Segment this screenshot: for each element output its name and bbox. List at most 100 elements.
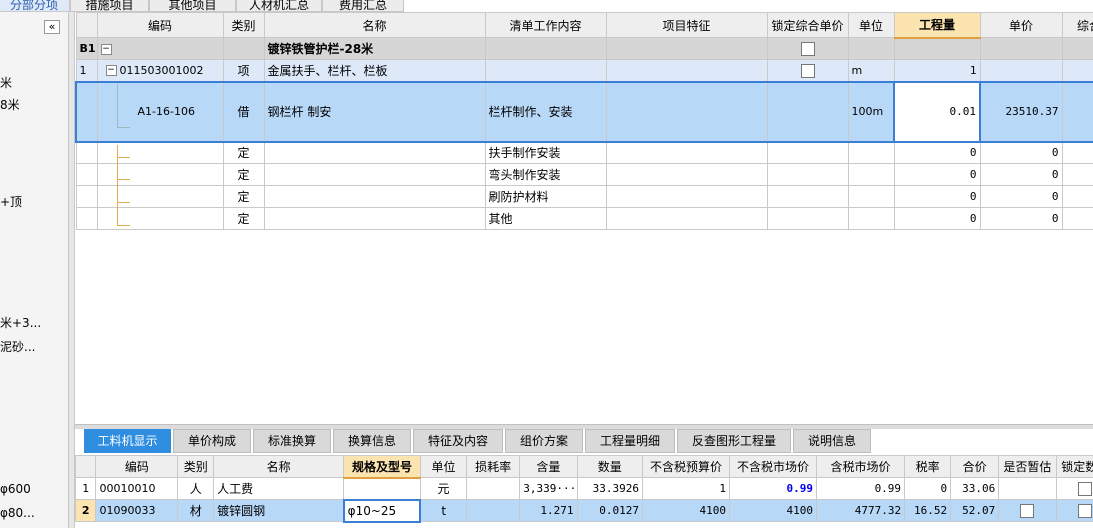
cell-loss-rate[interactable] bbox=[465, 477, 521, 500]
cell-code[interactable] bbox=[96, 141, 224, 164]
cell-name[interactable]: 人工费 bbox=[213, 477, 345, 500]
cell-unit-price[interactable]: 0 bbox=[979, 163, 1063, 186]
cell-total[interactable]: 33.06 bbox=[950, 477, 1000, 500]
column-header-quantity[interactable]: 数量 bbox=[576, 455, 644, 478]
cell-unit[interactable]: 100m bbox=[847, 80, 895, 143]
table-row[interactable]: 定 弯头制作安装 0 0 bbox=[75, 163, 1093, 186]
table-row[interactable]: 定 扶手制作安装 0 0 bbox=[75, 141, 1093, 164]
cell-market-price[interactable]: 0.99 bbox=[729, 477, 818, 500]
tab-conversion-info[interactable]: 换算信息 bbox=[333, 429, 411, 453]
tab-resource-display[interactable]: 工料机显示 bbox=[84, 429, 171, 453]
tab-price-composition[interactable]: 单价构成 bbox=[173, 429, 251, 453]
tab-fee-summary[interactable]: 费用汇总 bbox=[322, 0, 404, 12]
column-header-provisional[interactable]: 是否暂估 bbox=[998, 455, 1057, 478]
cell-unit-price[interactable]: 0 bbox=[979, 207, 1063, 230]
lock-price-checkbox[interactable] bbox=[800, 41, 815, 56]
cell-provisional[interactable] bbox=[998, 499, 1057, 522]
cell-name[interactable]: 钢栏杆 制安 bbox=[263, 80, 486, 143]
cell-name[interactable] bbox=[263, 185, 486, 208]
cell-type[interactable]: 人 bbox=[177, 477, 215, 500]
lock-qty-checkbox[interactable] bbox=[1078, 481, 1093, 496]
cell-quantity[interactable]: 33.3926 bbox=[576, 477, 644, 500]
cell-feature[interactable] bbox=[605, 141, 768, 164]
cell-code[interactable] bbox=[96, 185, 224, 208]
sidebar-item-text[interactable]: 米+3... bbox=[0, 314, 41, 331]
column-header-unit[interactable]: 单位 bbox=[847, 12, 895, 38]
cell-code[interactable]: 01090033 bbox=[95, 499, 179, 522]
cell-type[interactable]: 定 bbox=[222, 163, 265, 186]
cell-name[interactable] bbox=[263, 163, 486, 186]
cell-quantity[interactable]: 0 bbox=[893, 163, 981, 186]
cell-feature[interactable] bbox=[605, 80, 768, 143]
cell-total[interactable]: 52.07 bbox=[950, 499, 1000, 522]
column-header-composite[interactable]: 综合 bbox=[1061, 12, 1093, 38]
cell-unit[interactable] bbox=[847, 207, 895, 230]
cell-code[interactable] bbox=[96, 207, 224, 230]
cell-code[interactable]: 00010010 bbox=[95, 477, 179, 500]
cell-lock[interactable] bbox=[766, 80, 849, 143]
cell-type[interactable]: 借 bbox=[222, 80, 265, 143]
cell-spec-editing[interactable]: φ10~25 bbox=[342, 498, 422, 523]
cell-work[interactable]: 其他 bbox=[484, 207, 607, 230]
column-header-type[interactable]: 类别 bbox=[222, 12, 265, 38]
cell-quantity[interactable]: 0.0127 bbox=[576, 499, 644, 522]
column-header-tax-rate[interactable]: 税率 bbox=[904, 455, 952, 478]
tab-resource-summary[interactable]: 人材机汇总 bbox=[236, 0, 322, 12]
cell-lock[interactable] bbox=[766, 59, 849, 82]
cell-lock[interactable] bbox=[766, 163, 849, 186]
lock-qty-checkbox[interactable] bbox=[1078, 503, 1093, 518]
sidebar-item-text[interactable]: 米 bbox=[0, 74, 12, 91]
tab-fenbu[interactable]: 分部分项 bbox=[0, 0, 70, 12]
cell-composite[interactable] bbox=[1061, 37, 1093, 60]
cell-quantity[interactable]: 0 bbox=[893, 207, 981, 230]
table-row[interactable]: 1 −011503001002 项 金属扶手、栏杆、栏板 m 1 bbox=[75, 59, 1093, 82]
cell-unit[interactable] bbox=[847, 37, 895, 60]
cell-unit-price[interactable]: 0 bbox=[979, 141, 1063, 164]
cell-unit[interactable] bbox=[847, 163, 895, 186]
table-row[interactable]: B1 − 镀锌铁管护栏-28米 bbox=[75, 37, 1093, 60]
column-header-lock-price[interactable]: 锁定综合单价 bbox=[766, 12, 849, 38]
cell-type[interactable]: 材 bbox=[177, 499, 215, 522]
cell-feature[interactable] bbox=[605, 59, 768, 82]
cell-content[interactable]: 3,339··· bbox=[519, 477, 578, 500]
table-row-selected[interactable]: 2 01090033 材 镀锌圆钢 φ10~25 t 1.271 0.0127 … bbox=[75, 498, 1093, 523]
sidebar-item-text[interactable]: 泥砂... bbox=[0, 338, 35, 355]
sidebar-item-text[interactable]: +顶 bbox=[0, 193, 22, 210]
cell-budget-price[interactable]: 4100 bbox=[642, 499, 731, 522]
cell-quantity[interactable] bbox=[893, 37, 981, 60]
cell-composite[interactable] bbox=[1061, 80, 1093, 143]
cell-type[interactable]: 定 bbox=[222, 207, 265, 230]
cell-type[interactable]: 定 bbox=[222, 185, 265, 208]
cell-unit[interactable]: 元 bbox=[419, 477, 468, 500]
table-row[interactable]: 定 刷防护材料 0 0 bbox=[75, 185, 1093, 208]
column-header-code[interactable]: 编码 bbox=[95, 455, 179, 478]
cell-market-price-tax[interactable]: 0.99 bbox=[816, 477, 906, 500]
collapse-icon[interactable]: − bbox=[105, 65, 117, 77]
cell-composite[interactable] bbox=[1061, 185, 1093, 208]
tab-description[interactable]: 说明信息 bbox=[793, 429, 871, 453]
cell-market-price[interactable]: 4100 bbox=[729, 499, 818, 522]
cell-work[interactable] bbox=[484, 37, 607, 60]
sidebar-item-text[interactable]: 8米 bbox=[0, 96, 20, 113]
tab-quantity-detail[interactable]: 工程量明细 bbox=[585, 429, 675, 453]
cell-budget-price[interactable]: 1 bbox=[642, 477, 731, 500]
cell-quantity-editing[interactable]: 0.01 bbox=[893, 80, 981, 143]
cell-tax-rate[interactable]: 16.52 bbox=[904, 499, 952, 522]
cell-market-price-tax[interactable]: 4777.32 bbox=[816, 499, 906, 522]
cell-unit[interactable]: m bbox=[847, 59, 895, 82]
cell-composite[interactable] bbox=[1061, 163, 1093, 186]
lock-price-checkbox[interactable] bbox=[800, 63, 815, 78]
cell-spec[interactable] bbox=[343, 477, 421, 500]
cell-lock-qty[interactable] bbox=[1055, 477, 1093, 500]
cell-feature[interactable] bbox=[605, 163, 768, 186]
column-header-lock-qty[interactable]: 锁定数量 bbox=[1055, 455, 1093, 478]
cell-composite[interactable] bbox=[1061, 207, 1093, 230]
column-header-feature[interactable]: 项目特征 bbox=[605, 12, 768, 38]
cell-name[interactable] bbox=[263, 207, 486, 230]
column-header-market-price[interactable]: 不含税市场价 bbox=[729, 455, 818, 478]
column-header-unit-price[interactable]: 单价 bbox=[979, 12, 1063, 38]
column-header-name[interactable]: 名称 bbox=[263, 12, 486, 38]
cell-composite[interactable] bbox=[1061, 141, 1093, 164]
cell-unit-price[interactable]: 23510.37 bbox=[979, 80, 1063, 143]
cell-tax-rate[interactable]: 0 bbox=[904, 477, 952, 500]
